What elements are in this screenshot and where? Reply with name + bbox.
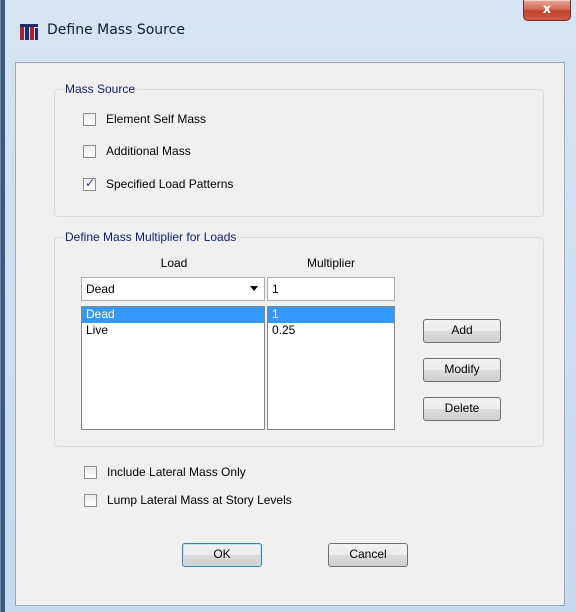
- list-item[interactable]: Live: [82, 323, 264, 339]
- app-icon: [20, 24, 38, 40]
- mass-source-legend: Mass Source: [63, 82, 138, 96]
- mass-multiplier-group: Define Mass Multiplier for Loads Load Mu…: [54, 230, 544, 447]
- mass-multiplier-legend: Define Mass Multiplier for Loads: [63, 230, 239, 244]
- element-self-mass-label: Element Self Mass: [106, 112, 207, 126]
- checkmark-icon: ✓: [85, 176, 96, 190]
- specified-load-patterns-label: Specified Load Patterns: [106, 177, 234, 191]
- dialog-window: Define Mass Source x Mass Source Element…: [0, 0, 576, 612]
- lump-lateral-mass-box[interactable]: [84, 494, 97, 507]
- load-dropdown-value: Dead: [86, 282, 115, 296]
- add-button[interactable]: Add: [423, 319, 501, 343]
- ok-button[interactable]: OK: [182, 543, 262, 567]
- cancel-button[interactable]: Cancel: [328, 543, 408, 567]
- close-button[interactable]: x: [523, 0, 571, 21]
- include-lateral-mass-only-box[interactable]: [84, 466, 97, 479]
- multiplier-column-header: Multiplier: [306, 256, 355, 270]
- list-item[interactable]: Dead: [82, 307, 264, 323]
- close-icon: x: [542, 2, 552, 17]
- multiplier-input-value: 1: [272, 282, 279, 296]
- dialog-body: Mass Source Element Self Mass Additional…: [15, 62, 565, 606]
- load-column-header: Load: [160, 256, 188, 270]
- specified-load-patterns-box[interactable]: ✓: [83, 176, 96, 191]
- mass-source-group: Mass Source Element Self Mass Additional…: [54, 82, 544, 217]
- include-lateral-mass-only-checkbox[interactable]: Include Lateral Mass Only: [84, 465, 344, 481]
- additional-mass-box[interactable]: [83, 145, 96, 158]
- delete-button[interactable]: Delete: [423, 397, 501, 421]
- specified-load-patterns-checkbox[interactable]: ✓ Specified Load Patterns: [83, 176, 303, 193]
- load-list[interactable]: Dead Live: [81, 306, 265, 430]
- lump-lateral-mass-label: Lump Lateral Mass at Story Levels: [107, 493, 292, 507]
- lump-lateral-mass-checkbox[interactable]: Lump Lateral Mass at Story Levels: [84, 493, 384, 509]
- title-bar[interactable]: Define Mass Source x: [5, 0, 576, 62]
- element-self-mass-checkbox[interactable]: Element Self Mass: [83, 112, 283, 128]
- modify-button[interactable]: Modify: [423, 358, 501, 382]
- list-item[interactable]: 0.25: [268, 323, 394, 339]
- additional-mass-checkbox[interactable]: Additional Mass: [83, 144, 283, 160]
- window-edge: [1, 0, 5, 612]
- multiplier-input[interactable]: 1: [267, 277, 395, 301]
- load-dropdown[interactable]: Dead: [81, 277, 265, 301]
- additional-mass-label: Additional Mass: [106, 144, 191, 158]
- window-title: Define Mass Source: [47, 22, 185, 38]
- multiplier-list[interactable]: 1 0.25: [267, 306, 395, 430]
- chevron-down-icon[interactable]: [250, 286, 258, 291]
- include-lateral-mass-only-label: Include Lateral Mass Only: [107, 465, 246, 479]
- list-item[interactable]: 1: [268, 307, 394, 323]
- element-self-mass-box[interactable]: [83, 113, 96, 126]
